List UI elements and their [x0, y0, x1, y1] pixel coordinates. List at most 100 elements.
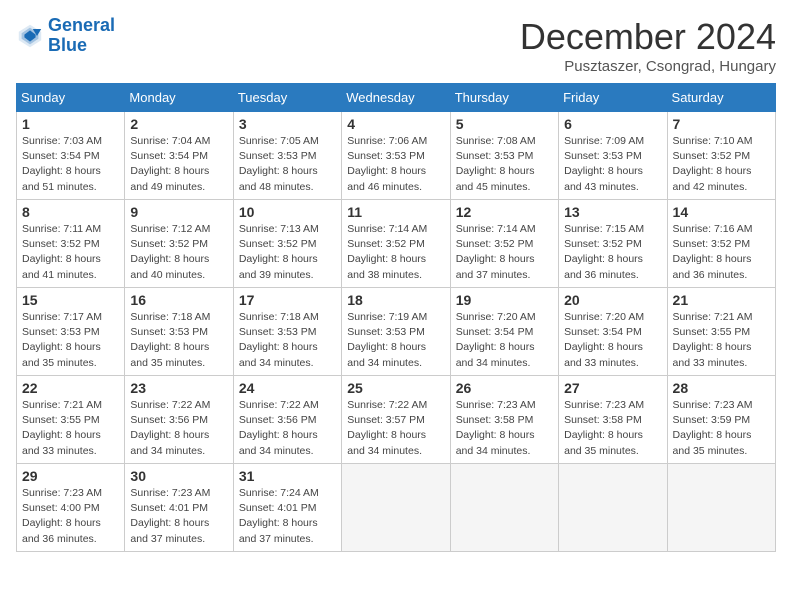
day-info: Sunrise: 7:11 AM Sunset: 3:52 PM Dayligh…: [22, 222, 119, 283]
calendar-day-cell: 7 Sunrise: 7:10 AM Sunset: 3:52 PM Dayli…: [667, 112, 775, 200]
day-info: Sunrise: 7:22 AM Sunset: 3:56 PM Dayligh…: [130, 398, 227, 459]
calendar-day-cell: 6 Sunrise: 7:09 AM Sunset: 3:53 PM Dayli…: [559, 112, 667, 200]
calendar-day-cell: 24 Sunrise: 7:22 AM Sunset: 3:56 PM Dayl…: [233, 376, 341, 464]
calendar-day-cell: 30 Sunrise: 7:23 AM Sunset: 4:01 PM Dayl…: [125, 464, 233, 552]
day-number: 28: [673, 380, 770, 396]
calendar-day-cell: 16 Sunrise: 7:18 AM Sunset: 3:53 PM Dayl…: [125, 288, 233, 376]
day-info: Sunrise: 7:18 AM Sunset: 3:53 PM Dayligh…: [239, 310, 336, 371]
calendar-day-cell: 5 Sunrise: 7:08 AM Sunset: 3:53 PM Dayli…: [450, 112, 558, 200]
day-number: 6: [564, 116, 661, 132]
day-info: Sunrise: 7:06 AM Sunset: 3:53 PM Dayligh…: [347, 134, 444, 195]
day-info: Sunrise: 7:19 AM Sunset: 3:53 PM Dayligh…: [347, 310, 444, 371]
calendar-day-cell: 3 Sunrise: 7:05 AM Sunset: 3:53 PM Dayli…: [233, 112, 341, 200]
day-info: Sunrise: 7:20 AM Sunset: 3:54 PM Dayligh…: [456, 310, 553, 371]
day-number: 26: [456, 380, 553, 396]
calendar-day-cell: 12 Sunrise: 7:14 AM Sunset: 3:52 PM Dayl…: [450, 200, 558, 288]
calendar-day-cell: [450, 464, 558, 552]
day-number: 31: [239, 468, 336, 484]
page-header: General Blue December 2024 Pusztaszer, C…: [16, 16, 776, 75]
day-info: Sunrise: 7:14 AM Sunset: 3:52 PM Dayligh…: [456, 222, 553, 283]
calendar-day-cell: 10 Sunrise: 7:13 AM Sunset: 3:52 PM Dayl…: [233, 200, 341, 288]
day-number: 29: [22, 468, 119, 484]
day-info: Sunrise: 7:04 AM Sunset: 3:54 PM Dayligh…: [130, 134, 227, 195]
calendar-day-cell: 21 Sunrise: 7:21 AM Sunset: 3:55 PM Dayl…: [667, 288, 775, 376]
calendar-day-cell: 4 Sunrise: 7:06 AM Sunset: 3:53 PM Dayli…: [342, 112, 450, 200]
day-info: Sunrise: 7:22 AM Sunset: 3:56 PM Dayligh…: [239, 398, 336, 459]
logo: General Blue: [16, 16, 115, 56]
logo-icon: [16, 22, 44, 50]
day-info: Sunrise: 7:10 AM Sunset: 3:52 PM Dayligh…: [673, 134, 770, 195]
day-number: 20: [564, 292, 661, 308]
calendar-day-cell: 17 Sunrise: 7:18 AM Sunset: 3:53 PM Dayl…: [233, 288, 341, 376]
col-monday: Monday: [125, 84, 233, 112]
day-info: Sunrise: 7:08 AM Sunset: 3:53 PM Dayligh…: [456, 134, 553, 195]
calendar-week-row: 8 Sunrise: 7:11 AM Sunset: 3:52 PM Dayli…: [17, 200, 776, 288]
calendar-day-cell: 13 Sunrise: 7:15 AM Sunset: 3:52 PM Dayl…: [559, 200, 667, 288]
calendar-day-cell: 15 Sunrise: 7:17 AM Sunset: 3:53 PM Dayl…: [17, 288, 125, 376]
day-info: Sunrise: 7:20 AM Sunset: 3:54 PM Dayligh…: [564, 310, 661, 371]
day-info: Sunrise: 7:23 AM Sunset: 3:59 PM Dayligh…: [673, 398, 770, 459]
calendar-day-cell: 18 Sunrise: 7:19 AM Sunset: 3:53 PM Dayl…: [342, 288, 450, 376]
day-number: 7: [673, 116, 770, 132]
calendar-day-cell: 29 Sunrise: 7:23 AM Sunset: 4:00 PM Dayl…: [17, 464, 125, 552]
day-number: 14: [673, 204, 770, 220]
col-tuesday: Tuesday: [233, 84, 341, 112]
calendar-day-cell: 22 Sunrise: 7:21 AM Sunset: 3:55 PM Dayl…: [17, 376, 125, 464]
col-wednesday: Wednesday: [342, 84, 450, 112]
logo-general: General: [48, 15, 115, 35]
calendar-week-row: 1 Sunrise: 7:03 AM Sunset: 3:54 PM Dayli…: [17, 112, 776, 200]
day-info: Sunrise: 7:23 AM Sunset: 3:58 PM Dayligh…: [456, 398, 553, 459]
day-number: 30: [130, 468, 227, 484]
calendar-day-cell: 19 Sunrise: 7:20 AM Sunset: 3:54 PM Dayl…: [450, 288, 558, 376]
calendar-day-cell: 27 Sunrise: 7:23 AM Sunset: 3:58 PM Dayl…: [559, 376, 667, 464]
day-number: 19: [456, 292, 553, 308]
day-number: 3: [239, 116, 336, 132]
day-number: 25: [347, 380, 444, 396]
day-number: 13: [564, 204, 661, 220]
col-thursday: Thursday: [450, 84, 558, 112]
day-info: Sunrise: 7:22 AM Sunset: 3:57 PM Dayligh…: [347, 398, 444, 459]
calendar-day-cell: 14 Sunrise: 7:16 AM Sunset: 3:52 PM Dayl…: [667, 200, 775, 288]
calendar-day-cell: 8 Sunrise: 7:11 AM Sunset: 3:52 PM Dayli…: [17, 200, 125, 288]
calendar-day-cell: 20 Sunrise: 7:20 AM Sunset: 3:54 PM Dayl…: [559, 288, 667, 376]
day-info: Sunrise: 7:17 AM Sunset: 3:53 PM Dayligh…: [22, 310, 119, 371]
calendar-week-row: 15 Sunrise: 7:17 AM Sunset: 3:53 PM Dayl…: [17, 288, 776, 376]
day-info: Sunrise: 7:21 AM Sunset: 3:55 PM Dayligh…: [22, 398, 119, 459]
location-subtitle: Pusztaszer, Csongrad, Hungary: [520, 58, 776, 75]
day-number: 9: [130, 204, 227, 220]
day-number: 23: [130, 380, 227, 396]
calendar-week-row: 22 Sunrise: 7:21 AM Sunset: 3:55 PM Dayl…: [17, 376, 776, 464]
day-number: 11: [347, 204, 444, 220]
day-info: Sunrise: 7:18 AM Sunset: 3:53 PM Dayligh…: [130, 310, 227, 371]
day-number: 18: [347, 292, 444, 308]
calendar-day-cell: [342, 464, 450, 552]
day-info: Sunrise: 7:16 AM Sunset: 3:52 PM Dayligh…: [673, 222, 770, 283]
day-number: 16: [130, 292, 227, 308]
day-number: 17: [239, 292, 336, 308]
day-number: 5: [456, 116, 553, 132]
day-info: Sunrise: 7:12 AM Sunset: 3:52 PM Dayligh…: [130, 222, 227, 283]
day-number: 2: [130, 116, 227, 132]
month-title: December 2024: [520, 16, 776, 58]
col-sunday: Sunday: [17, 84, 125, 112]
day-number: 12: [456, 204, 553, 220]
day-number: 10: [239, 204, 336, 220]
calendar-header-row: Sunday Monday Tuesday Wednesday Thursday…: [17, 84, 776, 112]
calendar-week-row: 29 Sunrise: 7:23 AM Sunset: 4:00 PM Dayl…: [17, 464, 776, 552]
calendar-day-cell: 31 Sunrise: 7:24 AM Sunset: 4:01 PM Dayl…: [233, 464, 341, 552]
day-number: 8: [22, 204, 119, 220]
day-info: Sunrise: 7:14 AM Sunset: 3:52 PM Dayligh…: [347, 222, 444, 283]
calendar-day-cell: 9 Sunrise: 7:12 AM Sunset: 3:52 PM Dayli…: [125, 200, 233, 288]
day-number: 15: [22, 292, 119, 308]
day-info: Sunrise: 7:15 AM Sunset: 3:52 PM Dayligh…: [564, 222, 661, 283]
calendar-day-cell: [667, 464, 775, 552]
calendar-day-cell: [559, 464, 667, 552]
day-info: Sunrise: 7:03 AM Sunset: 3:54 PM Dayligh…: [22, 134, 119, 195]
calendar-day-cell: 28 Sunrise: 7:23 AM Sunset: 3:59 PM Dayl…: [667, 376, 775, 464]
day-info: Sunrise: 7:21 AM Sunset: 3:55 PM Dayligh…: [673, 310, 770, 371]
day-info: Sunrise: 7:23 AM Sunset: 4:00 PM Dayligh…: [22, 486, 119, 547]
calendar-day-cell: 1 Sunrise: 7:03 AM Sunset: 3:54 PM Dayli…: [17, 112, 125, 200]
day-info: Sunrise: 7:09 AM Sunset: 3:53 PM Dayligh…: [564, 134, 661, 195]
calendar-table: Sunday Monday Tuesday Wednesday Thursday…: [16, 83, 776, 552]
col-saturday: Saturday: [667, 84, 775, 112]
